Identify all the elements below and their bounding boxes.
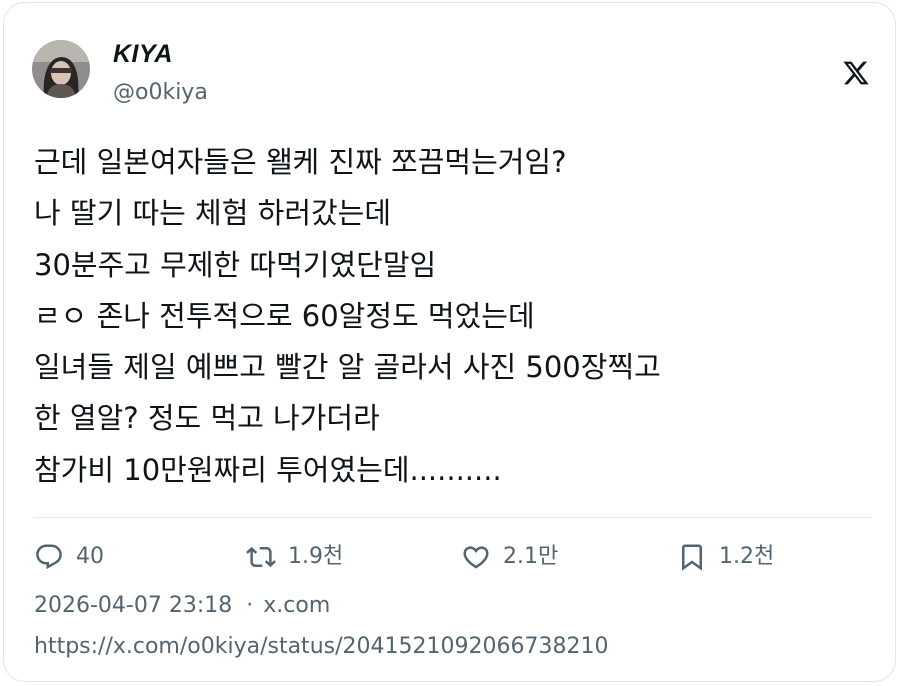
tweet-line: 나 딸기 따는 체험 하러갔는데	[34, 196, 392, 231]
retweet-icon	[246, 546, 276, 568]
divider	[34, 517, 872, 518]
bookmark-button[interactable]: 1.2천	[677, 539, 774, 575]
bookmark-count: 1.2천	[719, 544, 775, 569]
tweet-line: 30분주고 무제한 따먹기였단말임	[34, 247, 437, 282]
author-display-name[interactable]: KIYA	[113, 39, 173, 69]
reply-icon	[36, 544, 62, 570]
tweet-card: KIYA @o0kiya 근데 일본여자들은 왤케 진짜 쪼끔먹는거임? 나 딸…	[3, 2, 896, 682]
tweet-line: 한 열알? 정도 먹고 나가더라	[34, 401, 380, 436]
tweet-line: 참가비 10만원짜리 투어였는데..........	[34, 452, 502, 487]
reply-count: 40	[76, 544, 104, 569]
avatar-image	[32, 40, 90, 98]
separator-dot: ·	[246, 593, 254, 618]
user-avatar[interactable]	[32, 40, 90, 98]
author-handle[interactable]: @o0kiya	[113, 79, 208, 107]
like-button[interactable]: 2.1만	[461, 539, 558, 575]
tweet-line: ㄹㅇ 존나 전투적으로 60알정도 먹었는데	[34, 298, 535, 333]
like-count: 2.1만	[503, 544, 559, 569]
retweet-button[interactable]: 1.9천	[246, 539, 343, 575]
heart-icon	[463, 546, 489, 569]
tweet-line: 일녀들 제일 예쁘고 빨간 알 골라서 사진 500장찍고	[34, 350, 661, 385]
retweet-count: 1.9천	[288, 544, 344, 569]
source-domain: x.com	[263, 593, 331, 618]
reply-button[interactable]: 40	[34, 539, 104, 575]
tweet-line: 근데 일본여자들은 왤케 진짜 쪼끔먹는거임?	[34, 145, 567, 179]
tweet-text: 근데 일본여자들은 왤케 진짜 쪼끔먹는거임? 나 딸기 따는 체험 하러갔는데…	[34, 137, 854, 496]
x-logo-icon[interactable]	[842, 59, 870, 87]
tweet-meta: 2026-04-07 23:18 · x.com	[34, 592, 330, 620]
bookmark-icon	[682, 544, 702, 571]
status-url[interactable]: https://x.com/o0kiya/status/204152109206…	[34, 633, 608, 661]
timestamp[interactable]: 2026-04-07 23:18	[34, 593, 232, 618]
